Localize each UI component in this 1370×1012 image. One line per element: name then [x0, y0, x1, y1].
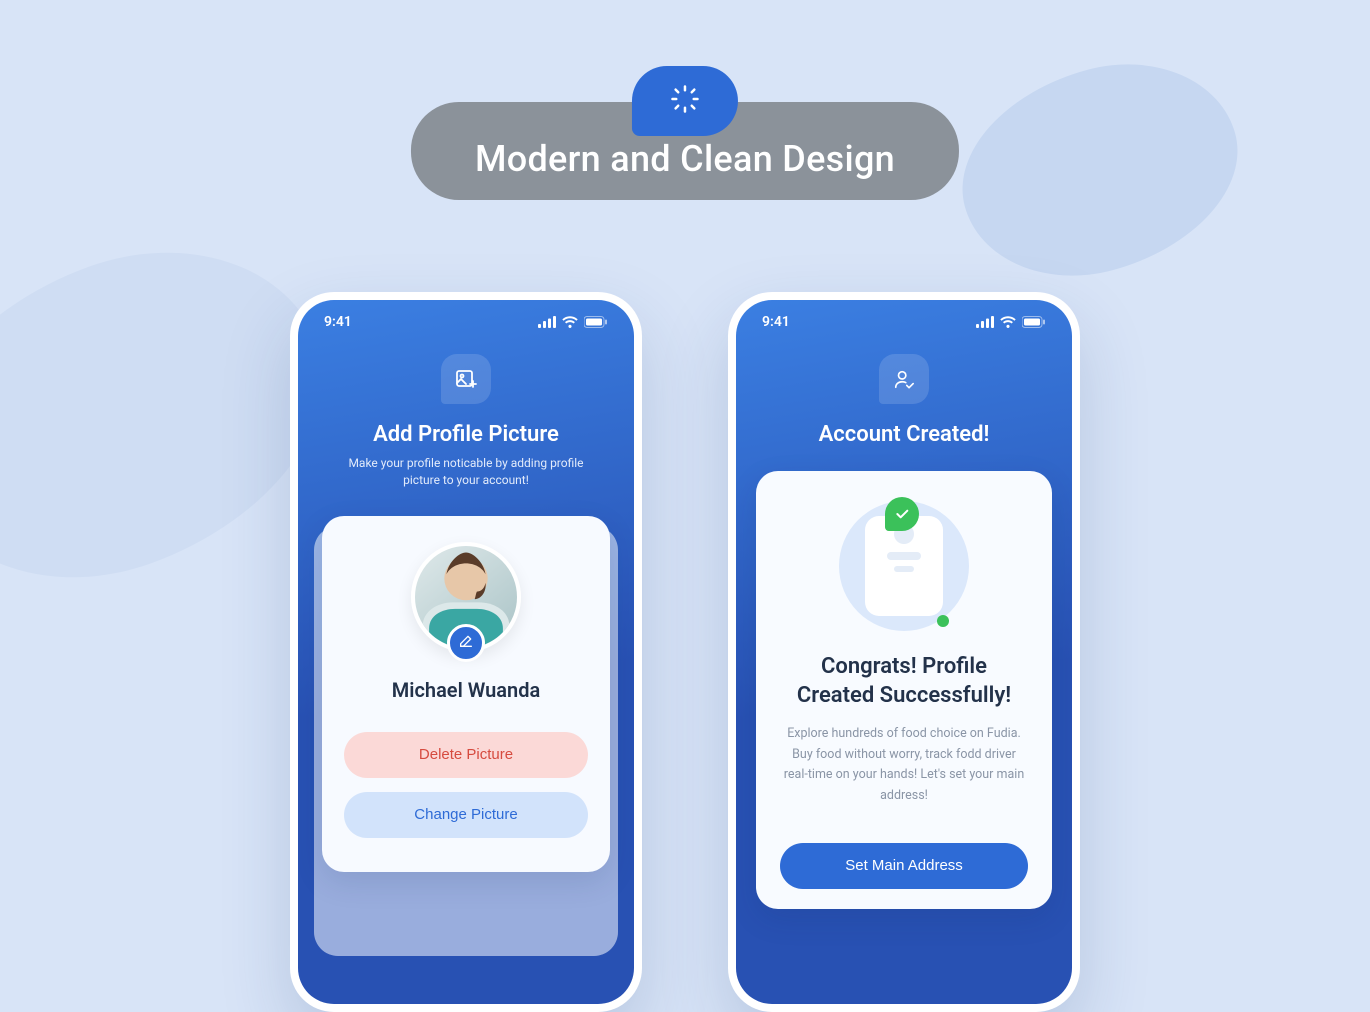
delete-picture-button[interactable]: Delete Picture	[344, 732, 588, 778]
congrats-subtitle: Explore hundreds of food choice on Fudia…	[780, 724, 1028, 807]
change-picture-button[interactable]: Change Picture	[344, 792, 588, 838]
success-illustration	[839, 501, 969, 631]
screen-title: Account Created!	[819, 422, 990, 447]
background-blob	[939, 37, 1261, 303]
phone-mockup-created: 9:41	[728, 292, 1080, 1012]
status-time: 9:41	[324, 314, 352, 330]
checkmark-icon	[885, 497, 919, 531]
status-bar: 9:41	[298, 300, 634, 330]
edit-avatar-button[interactable]	[447, 624, 485, 662]
signal-icon	[976, 316, 994, 328]
banner: Modern and Clean Design	[411, 66, 959, 200]
status-bar: 9:41	[736, 300, 1072, 330]
banner-badge	[632, 66, 738, 136]
wifi-icon	[562, 316, 578, 328]
user-name: Michael Wuanda	[392, 678, 540, 702]
profile-card: Michael Wuanda Delete Picture Change Pic…	[322, 516, 610, 872]
phone-mockup-profile: 9:41	[290, 292, 642, 1012]
congrats-title: Congrats! Profile Created Successfully!	[780, 653, 1028, 710]
screen-subtitle: Make your profile noticable by adding pr…	[298, 455, 634, 490]
edit-icon	[458, 633, 474, 653]
spinner-icon	[670, 84, 700, 118]
user-check-icon	[879, 354, 929, 404]
status-time: 9:41	[762, 314, 790, 330]
battery-icon	[584, 316, 608, 328]
image-add-icon	[441, 354, 491, 404]
screen-title: Add Profile Picture	[373, 422, 559, 447]
success-card: Congrats! Profile Created Successfully! …	[756, 471, 1052, 909]
wifi-icon	[1000, 316, 1016, 328]
set-main-address-button[interactable]: Set Main Address	[780, 843, 1028, 889]
signal-icon	[538, 316, 556, 328]
battery-icon	[1022, 316, 1046, 328]
